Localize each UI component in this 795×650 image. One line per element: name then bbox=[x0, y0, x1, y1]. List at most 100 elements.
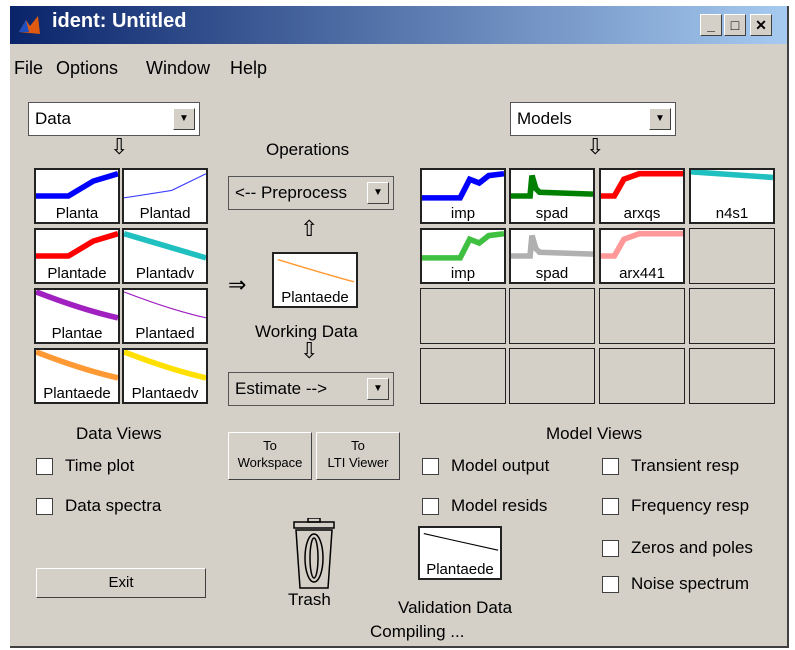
maximize-button[interactable]: □ bbox=[724, 14, 746, 36]
to-workspace-line1: To bbox=[263, 438, 277, 453]
working-data-slot[interactable]: Plantaede bbox=[272, 252, 358, 308]
data-slot-curve bbox=[124, 350, 206, 381]
model-slot-curve bbox=[511, 234, 593, 259]
to-workspace-button[interactable]: To Workspace bbox=[228, 432, 312, 480]
checkbox-box bbox=[422, 497, 439, 515]
validation-data-name: Plantaede bbox=[426, 561, 494, 578]
checkbox-box bbox=[36, 457, 53, 475]
empty-model-slot[interactable] bbox=[509, 288, 595, 344]
data-slot[interactable]: Plantaed bbox=[122, 288, 208, 344]
model-slot[interactable]: arx441 bbox=[599, 228, 685, 284]
model-resids-label: Model resids bbox=[451, 496, 548, 515]
data-views-title: Data Views bbox=[76, 424, 162, 443]
empty-model-slot[interactable] bbox=[509, 348, 595, 404]
model-slot[interactable]: imp bbox=[420, 228, 506, 284]
data-slot-name: Plantaedv bbox=[131, 385, 199, 402]
model-slot-curve bbox=[422, 230, 504, 261]
menu-file[interactable]: File bbox=[14, 58, 43, 79]
chevron-down-icon: ▼ bbox=[367, 182, 389, 204]
menu-options[interactable]: Options bbox=[56, 58, 118, 79]
data-slot[interactable]: Plantad bbox=[122, 168, 208, 224]
noise-spectrum-checkbox[interactable]: Noise spectrum bbox=[602, 574, 749, 594]
close-button[interactable]: ✕ bbox=[750, 14, 772, 36]
data-slot[interactable]: Plantaedv bbox=[122, 348, 208, 404]
to-lti-viewer-button[interactable]: To LTI Viewer bbox=[316, 432, 400, 480]
empty-model-slot[interactable] bbox=[689, 288, 775, 344]
zeros-poles-checkbox[interactable]: Zeros and poles bbox=[602, 538, 753, 558]
model-slot[interactable]: arxqs bbox=[599, 168, 685, 224]
chevron-down-icon: ▼ bbox=[649, 108, 671, 130]
exit-label: Exit bbox=[108, 574, 134, 591]
trash-icon[interactable] bbox=[290, 518, 338, 590]
right-arrow-icon: ⇒ bbox=[228, 272, 247, 297]
model-slot-name: spad bbox=[535, 265, 569, 282]
data-slot-name: Plantade bbox=[47, 265, 107, 282]
data-spectra-checkbox[interactable]: Data spectra bbox=[36, 496, 161, 516]
title-bar: ident: Untitled _ □ ✕ bbox=[10, 6, 787, 44]
zeros-poles-label: Zeros and poles bbox=[631, 538, 753, 557]
model-slot-name: spad bbox=[535, 205, 569, 222]
chevron-down-icon: ▼ bbox=[367, 378, 389, 400]
transient-resp-checkbox[interactable]: Transient resp bbox=[602, 456, 739, 476]
data-slot-curve bbox=[124, 291, 206, 319]
empty-model-slot[interactable] bbox=[599, 288, 685, 344]
time-plot-checkbox[interactable]: Time plot bbox=[36, 456, 134, 476]
model-slot[interactable]: spad bbox=[509, 228, 595, 284]
empty-model-slot[interactable] bbox=[599, 348, 685, 404]
window-title: ident: Untitled bbox=[52, 10, 187, 32]
data-slot[interactable]: Plantaede bbox=[34, 348, 120, 404]
preprocess-select[interactable]: <-- Preprocess ▼ bbox=[228, 176, 394, 210]
checkbox-box bbox=[602, 497, 619, 515]
frequency-resp-checkbox[interactable]: Frequency resp bbox=[602, 496, 749, 516]
checkbox-box bbox=[36, 497, 53, 515]
data-select[interactable]: Data ▼ bbox=[28, 102, 200, 136]
model-slot-curve bbox=[601, 170, 683, 199]
data-slot-name: Plantad bbox=[139, 205, 191, 222]
validation-data-slot[interactable]: Plantaede bbox=[418, 526, 502, 580]
to-workspace-line2: Workspace bbox=[237, 455, 303, 470]
operations-label: Operations bbox=[266, 140, 350, 159]
data-slot[interactable]: Planta bbox=[34, 168, 120, 224]
minimize-button[interactable]: _ bbox=[700, 14, 722, 36]
empty-model-slot[interactable] bbox=[689, 228, 775, 284]
down-arrow-icon: ⇩ bbox=[110, 134, 129, 159]
model-slot[interactable]: spad bbox=[509, 168, 595, 224]
model-slot[interactable]: imp bbox=[420, 168, 506, 224]
time-plot-label: Time plot bbox=[65, 456, 135, 475]
data-slot[interactable]: Plantae bbox=[34, 288, 120, 344]
data-slot-name: Plantaed bbox=[135, 325, 195, 342]
menu-window[interactable]: Window bbox=[146, 58, 210, 79]
preprocess-select-value: <-- Preprocess bbox=[235, 183, 347, 202]
empty-model-slot[interactable] bbox=[420, 348, 506, 404]
checkbox-box bbox=[602, 575, 619, 593]
checkbox-box bbox=[602, 539, 619, 557]
data-slot-name: Plantaede bbox=[43, 385, 111, 402]
model-slot-curve bbox=[422, 170, 504, 201]
model-output-checkbox[interactable]: Model output bbox=[422, 456, 549, 476]
model-views-title: Model Views bbox=[546, 424, 643, 443]
model-slot-name: imp bbox=[450, 205, 476, 222]
models-select-value: Models bbox=[517, 109, 572, 128]
empty-model-slot[interactable] bbox=[689, 348, 775, 404]
menu-help[interactable]: Help bbox=[230, 58, 267, 79]
data-slot-curve bbox=[124, 231, 206, 261]
data-slot[interactable]: Plantadv bbox=[122, 228, 208, 284]
model-slot-curve bbox=[691, 170, 773, 181]
estimate-select[interactable]: Estimate --> ▼ bbox=[228, 372, 394, 406]
checkbox-box bbox=[422, 457, 439, 475]
model-resids-checkbox[interactable]: Model resids bbox=[422, 496, 547, 516]
data-slot[interactable]: Plantade bbox=[34, 228, 120, 284]
frequency-resp-label: Frequency resp bbox=[631, 496, 750, 515]
up-arrow-icon: ⇧ bbox=[300, 216, 319, 241]
down-arrow-icon: ⇩ bbox=[300, 338, 319, 363]
model-slot[interactable]: n4s1 bbox=[689, 168, 775, 224]
matlab-icon bbox=[19, 16, 40, 34]
to-lti-line1: To bbox=[351, 438, 365, 453]
model-slot-name: arx441 bbox=[619, 265, 665, 282]
noise-spectrum-label: Noise spectrum bbox=[631, 574, 750, 593]
empty-model-slot[interactable] bbox=[420, 288, 506, 344]
validation-data-label: Validation Data bbox=[398, 598, 513, 617]
to-lti-line2: LTI Viewer bbox=[327, 455, 389, 470]
models-select[interactable]: Models ▼ bbox=[510, 102, 676, 136]
exit-button[interactable]: Exit bbox=[36, 568, 206, 598]
